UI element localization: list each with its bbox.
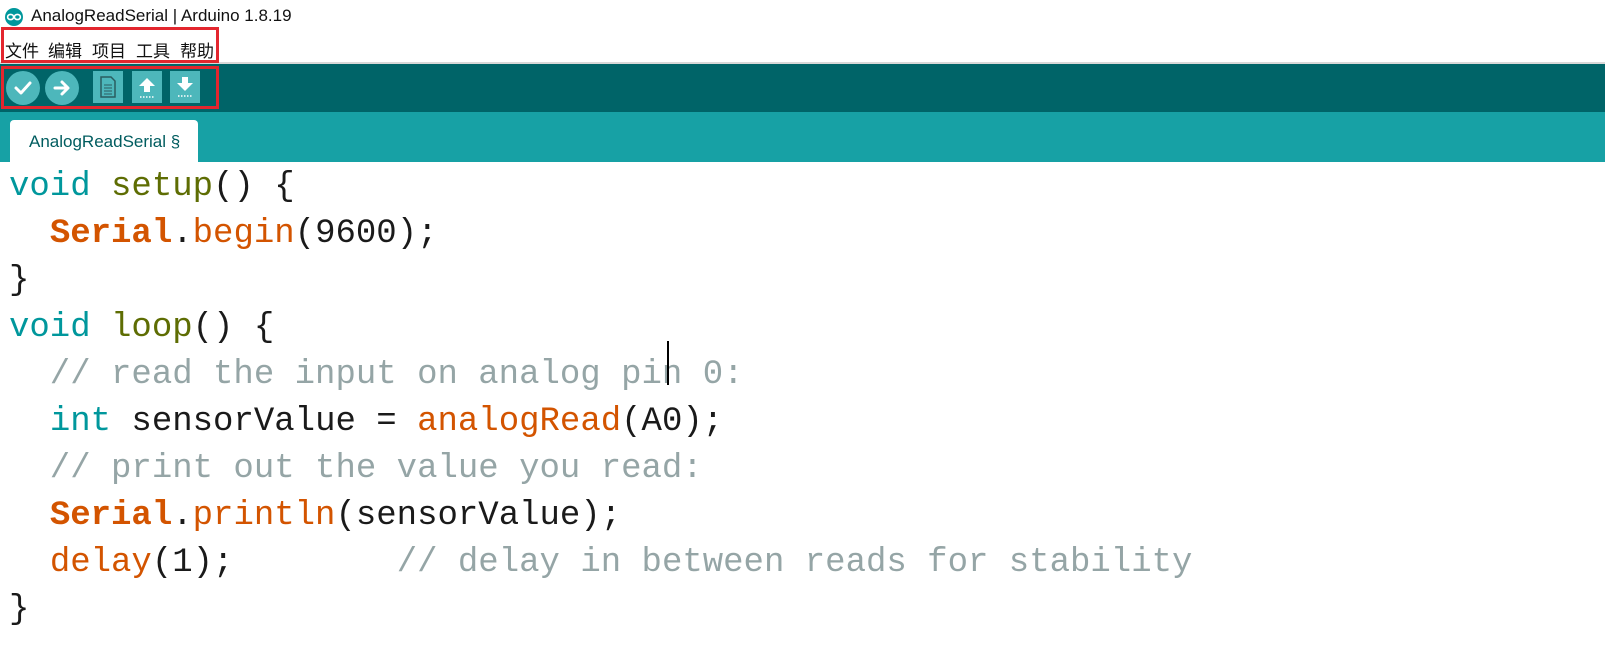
text-cursor xyxy=(667,341,669,385)
code-token: void xyxy=(9,309,91,347)
code-line-2: Serial.begin(9600); xyxy=(9,211,438,258)
toolbar xyxy=(0,64,1605,112)
code-token: // delay in between reads for stability xyxy=(233,544,1193,582)
code-token: (9600); xyxy=(294,215,438,253)
arduino-infinity-icon xyxy=(5,8,23,26)
menu-bar: 文件 编辑 项目 工具 帮助 xyxy=(0,34,1605,64)
code-token: (A0); xyxy=(621,403,724,441)
code-token: } xyxy=(9,591,30,629)
code-token: setup xyxy=(111,168,214,206)
tab-analogreadserial[interactable]: AnalogReadSerial § xyxy=(10,120,198,162)
code-line-1: void setup() { xyxy=(9,164,295,211)
code-token: analogRead xyxy=(417,403,622,441)
code-line-9: delay(1); // delay in between reads for … xyxy=(9,540,1193,587)
code-token: println xyxy=(192,497,336,535)
code-token: // read the input on analog pin 0: xyxy=(9,356,744,394)
code-line-10: } xyxy=(9,587,29,634)
code-token: (sensorValue); xyxy=(335,497,622,535)
code-line-4: void loop() { xyxy=(9,305,274,352)
code-line-6: int sensorValue = analogRead(A0); xyxy=(9,399,723,446)
code-line-3: } xyxy=(9,258,29,305)
code-token: () { xyxy=(213,168,295,206)
code-token: sensorValue = xyxy=(111,403,418,441)
code-line-8: Serial.println(sensorValue); xyxy=(9,493,621,540)
code-token: (1); xyxy=(151,544,234,582)
code-token: void xyxy=(9,168,91,206)
code-token: // print out the value you read: xyxy=(9,450,703,488)
code-token: int xyxy=(49,403,112,441)
menu-highlight-box xyxy=(1,27,219,63)
code-editor[interactable]: void setup() { Serial.begin(9600); } voi… xyxy=(0,162,1605,669)
code-token: () { xyxy=(192,309,275,347)
title-bar: AnalogReadSerial | Arduino 1.8.19 xyxy=(0,0,1605,34)
code-line-7: // print out the value you read: xyxy=(9,446,703,493)
code-line-5: // read the input on analog pin 0: xyxy=(9,352,744,399)
code-token: . xyxy=(172,497,193,535)
tab-label: AnalogReadSerial § xyxy=(29,132,181,151)
code-token: loop xyxy=(111,309,193,347)
tab-strip: AnalogReadSerial § xyxy=(0,112,1605,162)
window-title: AnalogReadSerial | Arduino 1.8.19 xyxy=(31,6,292,25)
code-token: } xyxy=(9,262,30,300)
toolbar-highlight-box xyxy=(1,66,219,109)
code-token: . xyxy=(172,215,193,253)
code-token: Serial xyxy=(49,215,173,253)
code-token: Serial xyxy=(49,497,173,535)
code-token: begin xyxy=(192,215,295,253)
code-token: delay xyxy=(49,544,152,582)
